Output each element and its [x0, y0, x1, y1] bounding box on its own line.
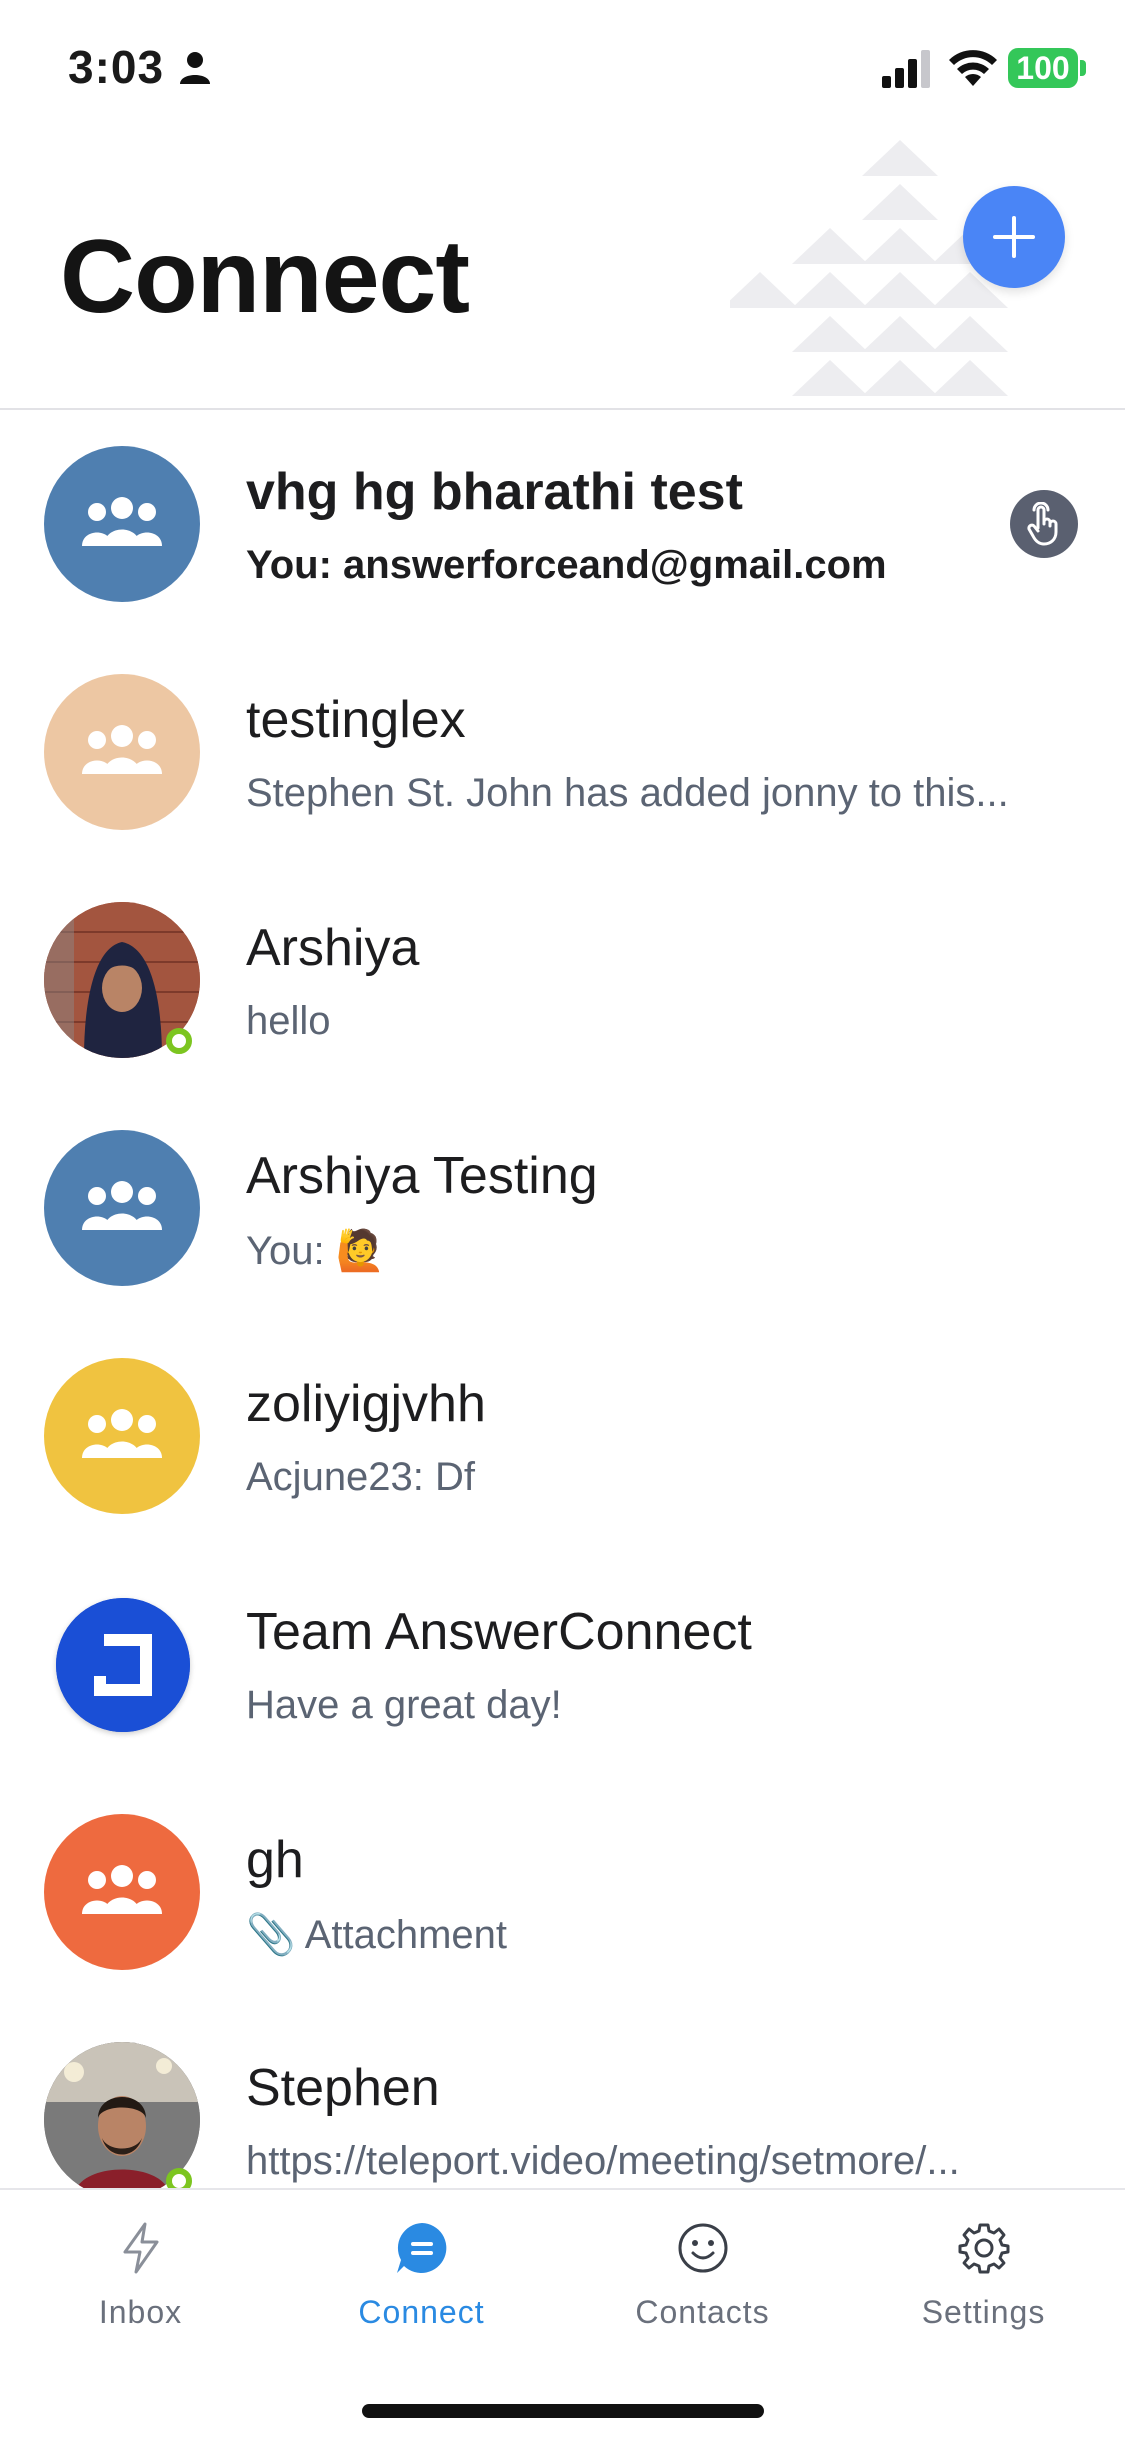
group-icon [82, 725, 162, 774]
person-icon [180, 52, 210, 84]
conversation-preview: https://teleport.video/meeting/setmore/.… [246, 2139, 960, 2183]
conversation-item[interactable]: Arshiya Testing You: 🙋 [0, 1094, 1125, 1322]
conversation-preview: hello [246, 999, 331, 1043]
online-status-indicator [166, 1028, 192, 1054]
group-avatar [44, 446, 200, 602]
conversation-item[interactable]: zoliyigjvhh Acjune23: Df [0, 1322, 1125, 1550]
conversation-item[interactable]: Stephen https://teleport.video/meeting/s… [0, 2006, 1125, 2188]
chat-bubble-icon [397, 2223, 447, 2273]
conversation-item[interactable]: vhg hg bharathi test You: answerforceand… [0, 410, 1125, 638]
home-indicator[interactable] [362, 2404, 764, 2418]
conversation-preview: Have a great day! [246, 1683, 562, 1727]
page-title: Connect [60, 219, 470, 335]
status-time: 3:03 [68, 41, 165, 93]
conversation-name: testinglex [246, 691, 466, 749]
tab-settings[interactable]: Settings [843, 2190, 1124, 2370]
tab-label: Connect [358, 2294, 485, 2330]
tab-inbox[interactable]: Inbox [0, 2190, 281, 2370]
tab-bar: Inbox Connect Contacts Settings [0, 2188, 1125, 2438]
conversation-name: Stephen [246, 2059, 440, 2117]
lightning-icon [123, 2222, 159, 2274]
profile-photo [44, 2042, 200, 2188]
wifi-icon [949, 50, 997, 86]
conversation-item[interactable]: Arshiya hello [0, 866, 1125, 1094]
smiley-icon [678, 2223, 728, 2273]
group-icon [82, 1865, 162, 1914]
tap-gesture-badge[interactable] [1010, 490, 1078, 558]
battery-tip [1080, 60, 1086, 76]
conversation-name: Team AnswerConnect [246, 1603, 752, 1661]
group-avatar [44, 1814, 200, 1970]
group-icon [82, 1181, 162, 1230]
conversation-preview: You: 🙋 [246, 1229, 386, 1273]
profile-photo-avatar [44, 2042, 200, 2188]
tab-contacts[interactable]: Contacts [562, 2190, 843, 2370]
group-avatar [44, 674, 200, 830]
new-conversation-button[interactable] [963, 186, 1065, 288]
conversation-item[interactable]: gh 📎 Attachment [0, 1778, 1125, 2006]
conversation-preview: Stephen St. John has added jonny to this… [246, 771, 1009, 815]
conversation-list: vhg hg bharathi test You: answerforceand… [0, 410, 1125, 2188]
hand-tap-icon [1027, 502, 1058, 546]
group-avatar [44, 1130, 200, 1286]
conversation-preview: You: answerforceand@gmail.com [246, 543, 887, 587]
online-status-indicator [166, 2168, 192, 2188]
tab-label: Settings [921, 2294, 1046, 2330]
group-icon [82, 1409, 162, 1458]
page-header: Connect [0, 140, 1125, 410]
group-icon [82, 497, 162, 546]
conversation-preview: Acjune23: Df [246, 1455, 476, 1499]
conversation-name: Arshiya [246, 919, 420, 977]
gear-icon [958, 2223, 1010, 2274]
tab-connect[interactable]: Connect [281, 2190, 562, 2370]
conversation-item[interactable]: testinglex Stephen St. John has added jo… [0, 638, 1125, 866]
conversation-name: gh [246, 1831, 304, 1889]
battery-indicator: 100 [1008, 48, 1078, 88]
brand-avatar [56, 1598, 190, 1732]
group-avatar [44, 1358, 200, 1514]
tab-label: Contacts [635, 2294, 770, 2330]
conversation-name: zoliyigjvhh [246, 1375, 486, 1433]
conversation-item[interactable]: Team AnswerConnect Have a great day! [0, 1550, 1125, 1778]
tab-label: Inbox [98, 2294, 183, 2330]
conversation-name: Arshiya Testing [246, 1147, 598, 1205]
status-bar: 3:03 100 [0, 0, 1125, 140]
plus-icon [993, 216, 1035, 258]
conversation-name: vhg hg bharathi test [246, 463, 743, 521]
cellular-signal-icon [882, 50, 930, 88]
answerconnect-logo [56, 1598, 190, 1732]
conversation-preview: 📎 Attachment [246, 1913, 508, 1957]
